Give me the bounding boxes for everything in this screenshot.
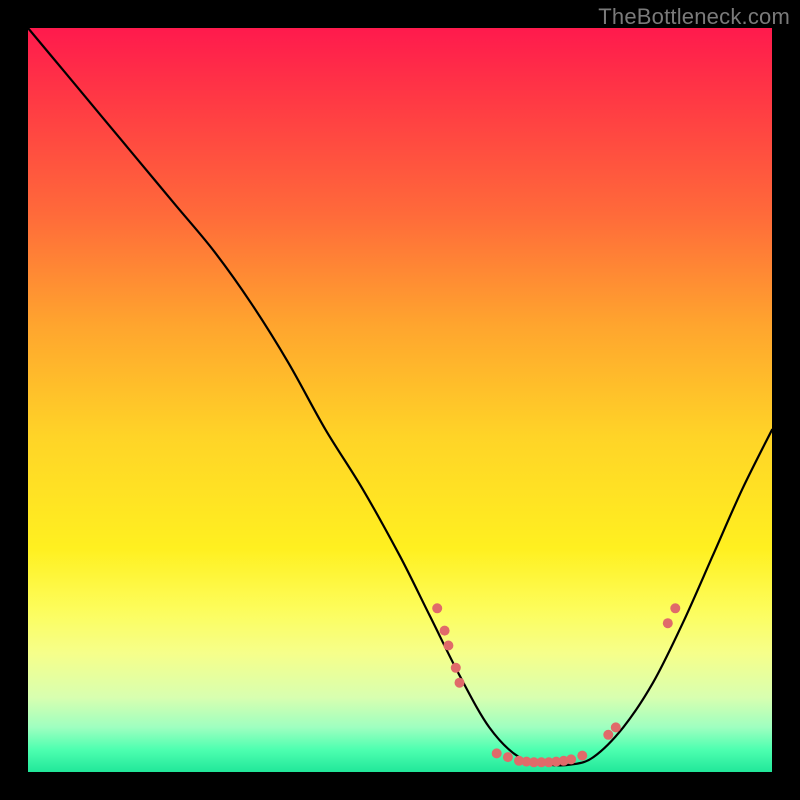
data-marker xyxy=(670,603,680,613)
chart-frame: TheBottleneck.com xyxy=(0,0,800,800)
data-marker xyxy=(663,618,673,628)
watermark-text: TheBottleneck.com xyxy=(598,4,790,30)
data-marker xyxy=(492,748,502,758)
data-marker xyxy=(503,752,513,762)
data-marker xyxy=(443,641,453,651)
data-marker xyxy=(566,754,576,764)
data-marker xyxy=(603,730,613,740)
marker-group xyxy=(432,603,680,767)
data-marker xyxy=(611,722,621,732)
data-marker xyxy=(455,678,465,688)
data-marker xyxy=(432,603,442,613)
data-marker xyxy=(440,626,450,636)
bottleneck-curve xyxy=(28,28,772,766)
curve-svg xyxy=(28,28,772,772)
data-marker xyxy=(451,663,461,673)
plot-area xyxy=(28,28,772,772)
data-marker xyxy=(577,751,587,761)
